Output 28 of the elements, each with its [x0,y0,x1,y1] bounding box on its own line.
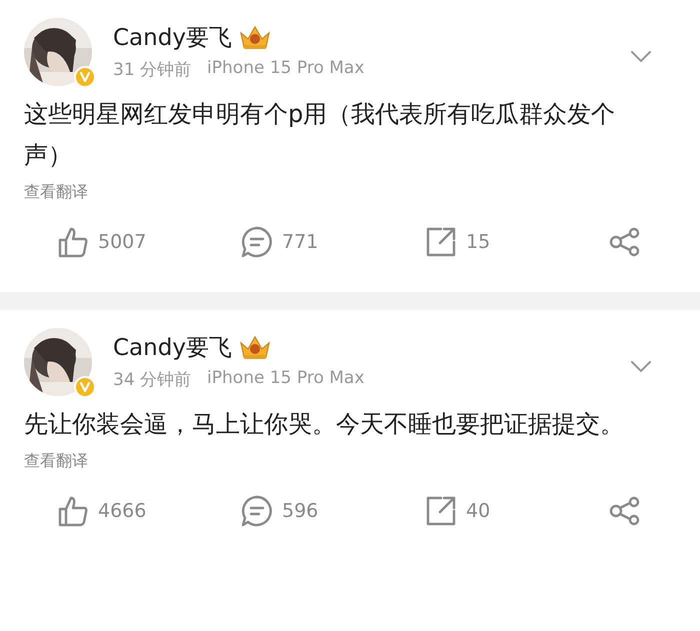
comment-count[interactable]: 596 [282,500,318,522]
repost-icon[interactable] [424,494,458,528]
repost-icon[interactable] [424,225,458,259]
thumbs-up-icon[interactable] [56,494,90,528]
device-label: iPhone 15 Pro Max [207,368,364,390]
post-text: 先让你装会逼，马上让你哭。今天不睡也要把证据提交。 [24,409,625,440]
like-count[interactable]: 5007 [98,231,146,253]
comment-icon[interactable] [240,225,274,259]
comment-count[interactable]: 771 [282,231,318,253]
chevron-down-icon[interactable] [630,360,652,374]
share-icon[interactable] [608,494,642,528]
post-time: 34 分钟前 [113,369,192,391]
post-text: 这些明星网红发申明有个p用（我代表所有吃瓜群众发个声） [24,99,616,171]
crown-badge-icon [238,23,272,51]
like-count[interactable]: 4666 [98,500,146,522]
device-label: iPhone 15 Pro Max [207,58,364,80]
chevron-down-icon[interactable] [630,50,652,64]
comment-icon[interactable] [240,494,274,528]
share-icon[interactable] [608,225,642,259]
username[interactable]: Candy要飞 [113,332,232,362]
crown-badge-icon [238,333,272,361]
translate-link[interactable]: 查看翻译 [24,451,676,472]
username[interactable]: Candy要飞 [113,22,232,52]
thumbs-up-icon[interactable] [56,225,90,259]
repost-count[interactable]: 15 [466,231,490,253]
translate-link[interactable]: 查看翻译 [24,182,676,203]
post-time: 31 分钟前 [113,59,192,81]
repost-count[interactable]: 40 [466,500,490,522]
